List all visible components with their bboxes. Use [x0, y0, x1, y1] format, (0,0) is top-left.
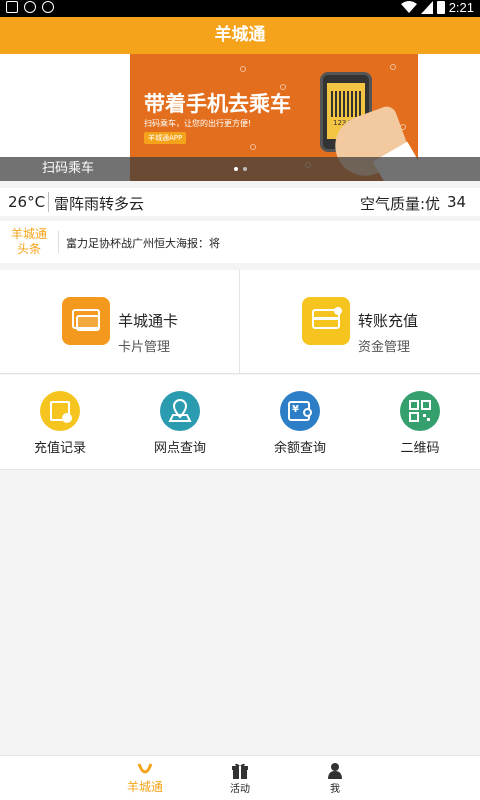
- card-subtitle: 卡片管理: [118, 340, 171, 355]
- location-search-button[interactable]: 网点查询: [120, 375, 240, 470]
- banner-tag: 羊城通APP: [144, 132, 187, 144]
- clock-notification-icon: [42, 1, 54, 13]
- air-quality-value: 34: [447, 193, 467, 211]
- qr-code-icon: [400, 391, 440, 431]
- balance-search-label: 余额查询: [273, 441, 326, 456]
- tab-me[interactable]: 我: [300, 756, 370, 800]
- air-quality-label: 空气质量:优: [360, 195, 441, 213]
- temperature: 26°C: [8, 193, 46, 211]
- system-icons: 2:21: [400, 0, 474, 15]
- card-stack-icon: [62, 297, 110, 345]
- recharge-record-button[interactable]: 充值记录: [0, 375, 120, 470]
- news-tag-line1: 羊城通: [10, 227, 47, 241]
- news-tag: 羊城通 头条: [6, 227, 52, 257]
- carousel-indicator: [234, 167, 247, 171]
- decor-dot: [240, 66, 246, 72]
- recharge-record-icon: [40, 391, 80, 431]
- weather-bar: 26°C 雷阵雨转多云 空气质量:优 34: [0, 188, 480, 216]
- news-headline[interactable]: 富力足协杯战广州恒大海报：将: [66, 235, 220, 251]
- tab-label: 羊城通: [126, 780, 163, 794]
- banner-carousel[interactable]: 带着手机去乘车 扫码乘车，让您的出行更方便! 羊城通APP 12345 扫码乘车: [0, 54, 480, 181]
- gift-icon: [232, 763, 248, 779]
- decor-dot: [250, 144, 256, 150]
- wifi-icon: [400, 1, 417, 13]
- tab-activity[interactable]: 活动: [205, 756, 275, 800]
- barcode-icon: [331, 91, 361, 117]
- notification-icons: [6, 1, 54, 13]
- quick-actions-grid: 充值记录 网点查询 ¥ 余额查询 二维码: [0, 375, 480, 470]
- qr-code-label: 二维码: [400, 441, 440, 456]
- divider: [48, 192, 49, 212]
- decor-dot: [390, 64, 396, 70]
- card-title: 转账充值: [358, 312, 419, 330]
- balance-search-button[interactable]: ¥ 余额查询: [240, 375, 360, 470]
- banner-headline: 带着手机去乘车: [144, 92, 291, 116]
- weather-condition: 雷阵雨转多云: [54, 195, 145, 213]
- battery-icon: [436, 1, 445, 14]
- card-management-button[interactable]: 羊城通卡 卡片管理: [0, 270, 240, 374]
- signal-icon: [420, 1, 433, 14]
- tab-label: 活动: [230, 784, 250, 795]
- image-notification-icon: [6, 1, 18, 13]
- banner-subline: 扫码乘车，让您的出行更方便!: [144, 119, 252, 128]
- card-subtitle: 资金管理: [358, 340, 411, 355]
- tab-home[interactable]: 羊城通: [110, 756, 180, 800]
- status-time: 2:21: [448, 0, 474, 15]
- app-title: 羊城通: [0, 17, 480, 54]
- map-location-icon: [160, 391, 200, 431]
- qr-code-button[interactable]: 二维码: [360, 375, 480, 470]
- news-tag-line2: 头条: [16, 242, 41, 256]
- person-icon: [328, 763, 342, 779]
- balance-search-icon: ¥: [280, 391, 320, 431]
- card-section: 羊城通卡 卡片管理 转账充值 资金管理: [0, 270, 480, 374]
- carousel-dot[interactable]: [243, 167, 247, 171]
- headline-ticker[interactable]: 羊城通 头条 富力足协杯战广州恒大海报：将: [0, 221, 480, 263]
- bottom-tab-bar: 羊城通 活动 我: [0, 755, 480, 800]
- location-search-label: 网点查询: [153, 441, 206, 456]
- divider: [58, 231, 59, 253]
- card-transfer-icon: [302, 297, 350, 345]
- shield-notification-icon: [24, 1, 36, 13]
- tab-label: 我: [330, 784, 340, 795]
- status-bar: 2:21: [0, 0, 480, 17]
- recharge-record-label: 充值记录: [33, 441, 86, 456]
- carousel-dot-active[interactable]: [234, 167, 238, 171]
- card-title: 羊城通卡: [118, 312, 179, 330]
- transfer-recharge-button[interactable]: 转账充值 资金管理: [240, 270, 480, 374]
